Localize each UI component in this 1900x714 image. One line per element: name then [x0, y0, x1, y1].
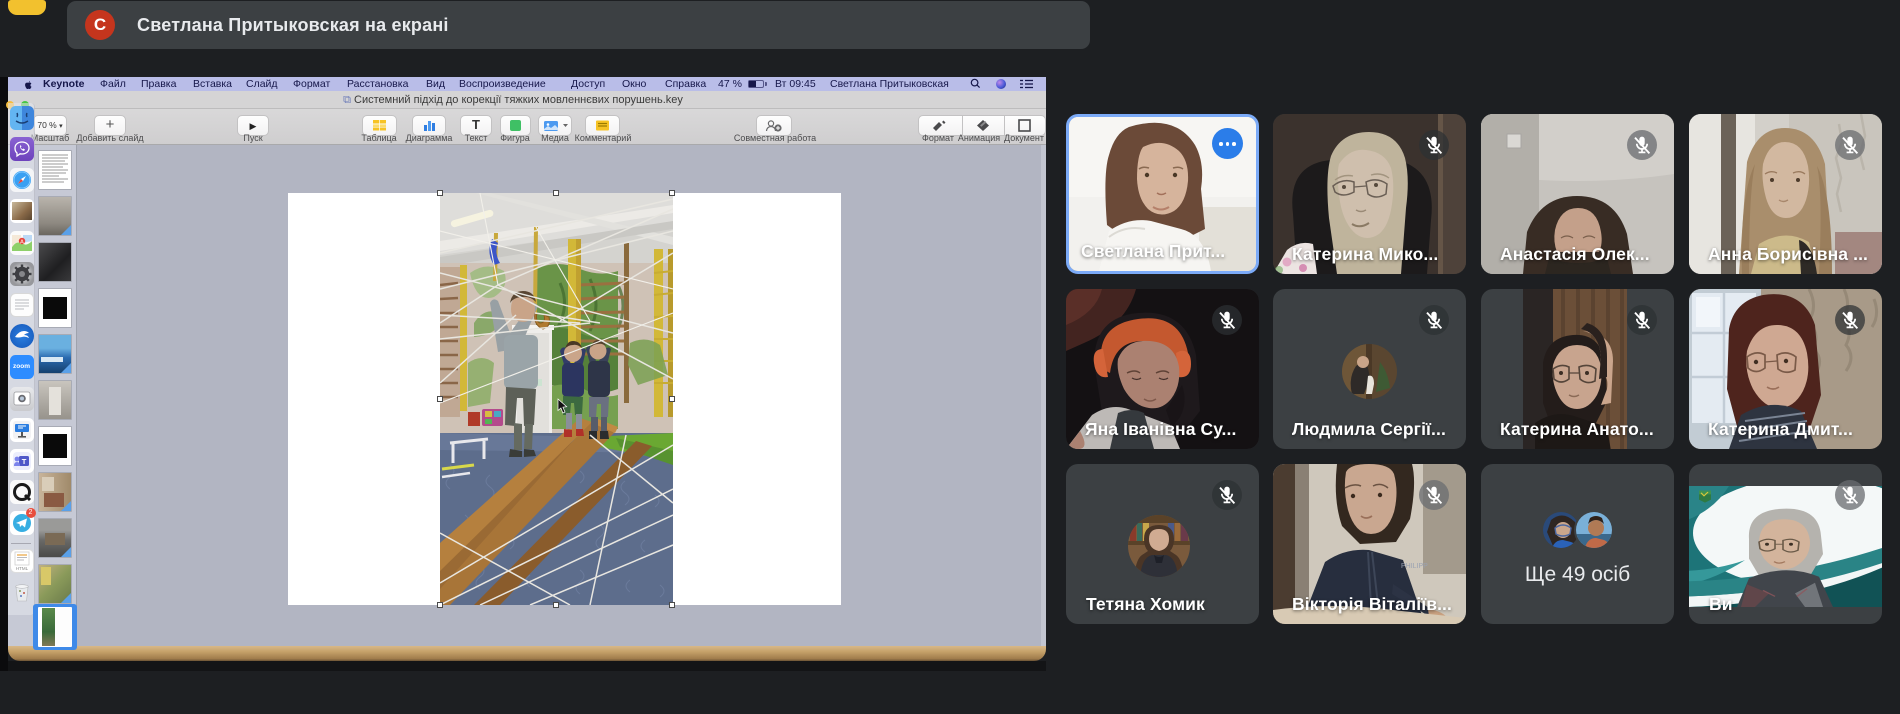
svg-text:PHILIPP: PHILIPP — [1401, 563, 1428, 570]
